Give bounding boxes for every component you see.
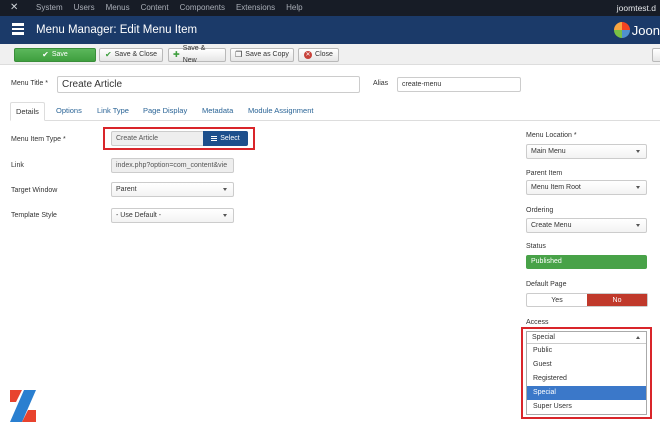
tab-options[interactable]: Options (56, 102, 82, 121)
access-option-special[interactable]: Special (527, 386, 646, 400)
menu-components[interactable]: Components (180, 0, 236, 16)
menu-menus[interactable]: Menus (106, 0, 141, 16)
copy-icon: ❐ (235, 50, 243, 59)
parent-item-label: Parent Item (526, 170, 563, 177)
checkmark-icon: ✔ (104, 50, 112, 59)
access-option-registered[interactable]: Registered (527, 372, 646, 386)
brand-text: Joon (631, 22, 660, 38)
site-name[interactable]: joomtest.d (617, 0, 656, 16)
chevron-down-icon (636, 223, 640, 227)
tab-metadata[interactable]: Metadata (202, 102, 233, 121)
save-close-button[interactable]: ✔ Save & Close (99, 48, 163, 62)
top-menu: System Users Menus Content Components Ex… (36, 0, 314, 16)
joomla-brand-icon (613, 22, 630, 38)
tab-bar: Details Options Link Type Page Display M… (10, 102, 660, 121)
watermark-logo-icon (10, 390, 36, 422)
parent-item-select[interactable]: Menu Item Root (526, 180, 647, 195)
default-no-button[interactable]: No (587, 294, 647, 306)
default-page-toggle: Yes No (526, 293, 648, 307)
select-type-button[interactable]: Select (203, 131, 248, 146)
menu-location-select[interactable]: Main Menu (526, 144, 647, 159)
tab-page-display[interactable]: Page Display (143, 102, 187, 121)
save-as-copy-button[interactable]: ❐ Save as Copy (230, 48, 294, 62)
checkmark-icon: ✔ (42, 50, 49, 59)
close-icon: ✕ (304, 51, 313, 59)
tab-details[interactable]: Details (10, 102, 45, 121)
joomla-logo: Joon (613, 20, 660, 40)
menu-title-label: Menu Title * (11, 80, 48, 87)
ordering-select[interactable]: Create Menu (526, 218, 647, 233)
template-style-label: Template Style (11, 212, 57, 219)
access-option-public[interactable]: Public (527, 344, 646, 358)
list-icon (211, 135, 218, 143)
page-title: Menu Manager: Edit Menu Item (36, 24, 198, 36)
tab-module-assignment[interactable]: Module Assignment (248, 102, 313, 121)
default-page-label: Default Page (526, 281, 567, 288)
chevron-down-icon (223, 213, 227, 217)
save-new-button[interactable]: ✚ Save & New (168, 45, 226, 64)
menu-help[interactable]: Help (286, 0, 313, 16)
link-label: Link (11, 162, 24, 169)
toolbar: ✔ Save ✔ Save & Close ✚ Save & New ❐ Sav… (0, 44, 660, 65)
link-field: index.php?option=com_content&vie (111, 158, 234, 173)
menu-title-input[interactable]: Create Article (57, 76, 360, 93)
plus-icon: ✚ (173, 50, 180, 59)
ordering-label: Ordering (526, 207, 554, 214)
target-window-select[interactable]: Parent (111, 182, 234, 197)
toolbar-extra-button[interactable] (652, 48, 660, 62)
chevron-up-icon (636, 336, 640, 339)
top-navbar: ✕ System Users Menus Content Components … (0, 0, 660, 16)
chevron-down-icon (636, 185, 640, 189)
menu-item-type-label: Menu Item Type * (11, 136, 66, 143)
alias-label: Alias (373, 80, 389, 87)
status-label: Status (526, 243, 546, 250)
access-dropdown[interactable]: Special Public Guest Registered Special … (526, 331, 647, 415)
menu-extensions[interactable]: Extensions (236, 0, 286, 16)
tab-link-type[interactable]: Link Type (97, 102, 129, 121)
access-select[interactable]: Special (527, 332, 646, 344)
chevron-down-icon (636, 149, 640, 153)
menu-system[interactable]: System (36, 0, 74, 16)
menu-item-type-field: Create Article (111, 131, 204, 146)
page-header: Menu Manager: Edit Menu Item Joon (0, 16, 660, 44)
chevron-down-icon (223, 187, 227, 191)
save-button[interactable]: ✔ Save (14, 48, 96, 62)
menu-users[interactable]: Users (74, 0, 106, 16)
menu-content[interactable]: Content (141, 0, 180, 16)
default-yes-button[interactable]: Yes (527, 294, 587, 306)
access-label: Access (526, 319, 549, 326)
target-window-label: Target Window (11, 187, 58, 194)
access-option-super-users[interactable]: Super Users (527, 400, 646, 414)
status-select[interactable]: Published (526, 255, 647, 269)
list-icon (12, 23, 24, 35)
template-style-select[interactable]: - Use Default - (111, 208, 234, 223)
access-option-guest[interactable]: Guest (527, 358, 646, 372)
menu-location-label: Menu Location * (526, 132, 577, 139)
close-button[interactable]: ✕ Close (298, 48, 339, 62)
alias-input[interactable]: create-menu (397, 77, 521, 92)
joomla-icon[interactable]: ✕ (10, 2, 22, 14)
